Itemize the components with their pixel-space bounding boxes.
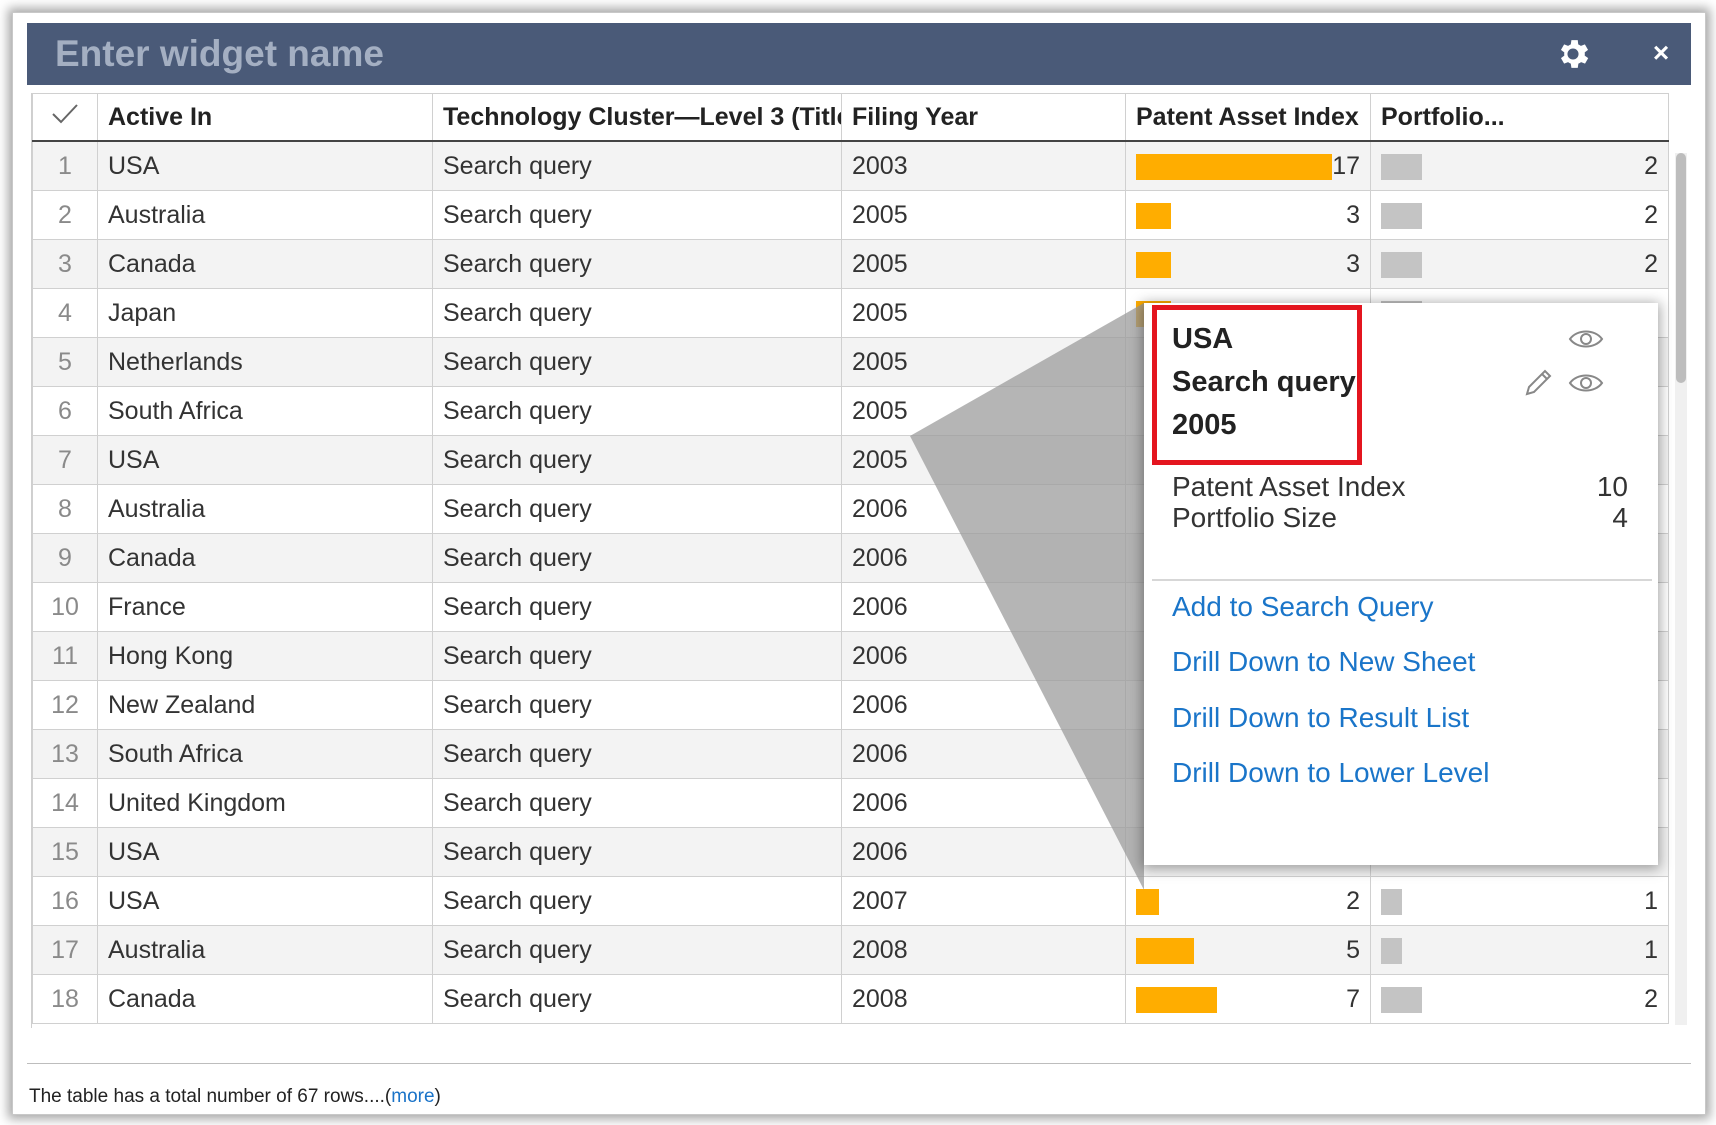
popup-divider	[1152, 579, 1652, 581]
add-to-search-query-link[interactable]: Add to Search Query	[1172, 591, 1433, 623]
pencil-icon[interactable]	[1522, 367, 1554, 399]
drill-down-lower-level-link[interactable]: Drill Down to Lower Level	[1172, 757, 1489, 789]
popup-metric-label: Patent Asset Index	[1172, 471, 1406, 502]
context-popup: USA Search query 2005 Patent Asset Index…	[1144, 303, 1658, 865]
drill-down-new-sheet-link[interactable]: Drill Down to New Sheet	[1172, 646, 1475, 678]
popup-metric-value: 10	[1596, 471, 1628, 502]
eye-icon[interactable]	[1568, 327, 1604, 351]
popup-metric-label: Portfolio Size	[1172, 502, 1337, 533]
widget-frame: Enter widget name × Active In Technology…	[12, 12, 1706, 1115]
popup-metric-value: 4	[1612, 502, 1628, 533]
popup-header-country: USA	[1172, 323, 1234, 355]
drill-down-result-list-link[interactable]: Drill Down to Result List	[1172, 702, 1469, 734]
eye-icon[interactable]	[1568, 371, 1604, 395]
popup-header-year: 2005	[1172, 409, 1237, 441]
popup-header-cluster: Search query	[1172, 366, 1356, 398]
